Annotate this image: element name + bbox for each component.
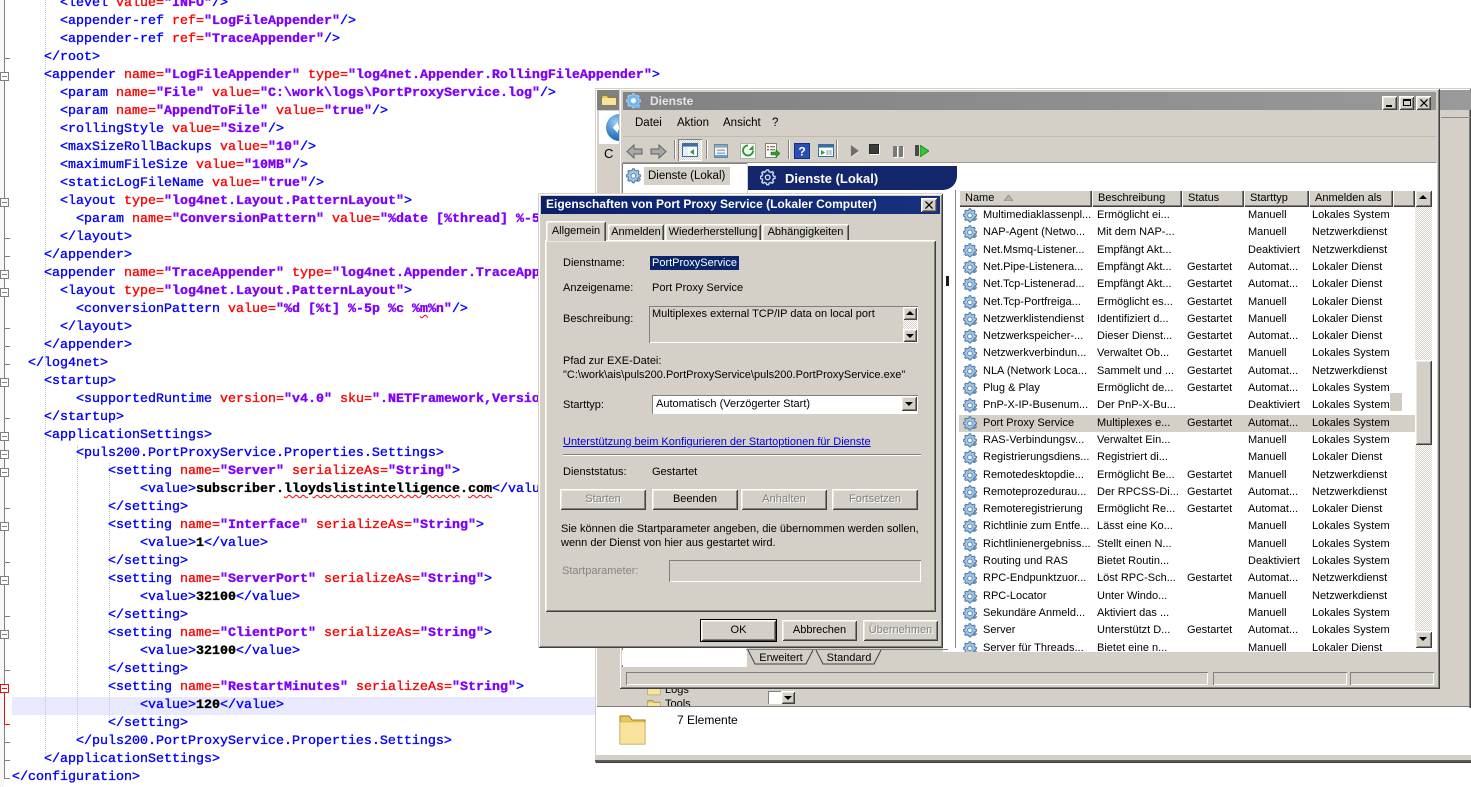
svg-text:Standard: Standard (827, 652, 872, 664)
svg-text:Erweitert: Erweitert (759, 652, 802, 664)
svg-text:?: ? (798, 145, 805, 159)
